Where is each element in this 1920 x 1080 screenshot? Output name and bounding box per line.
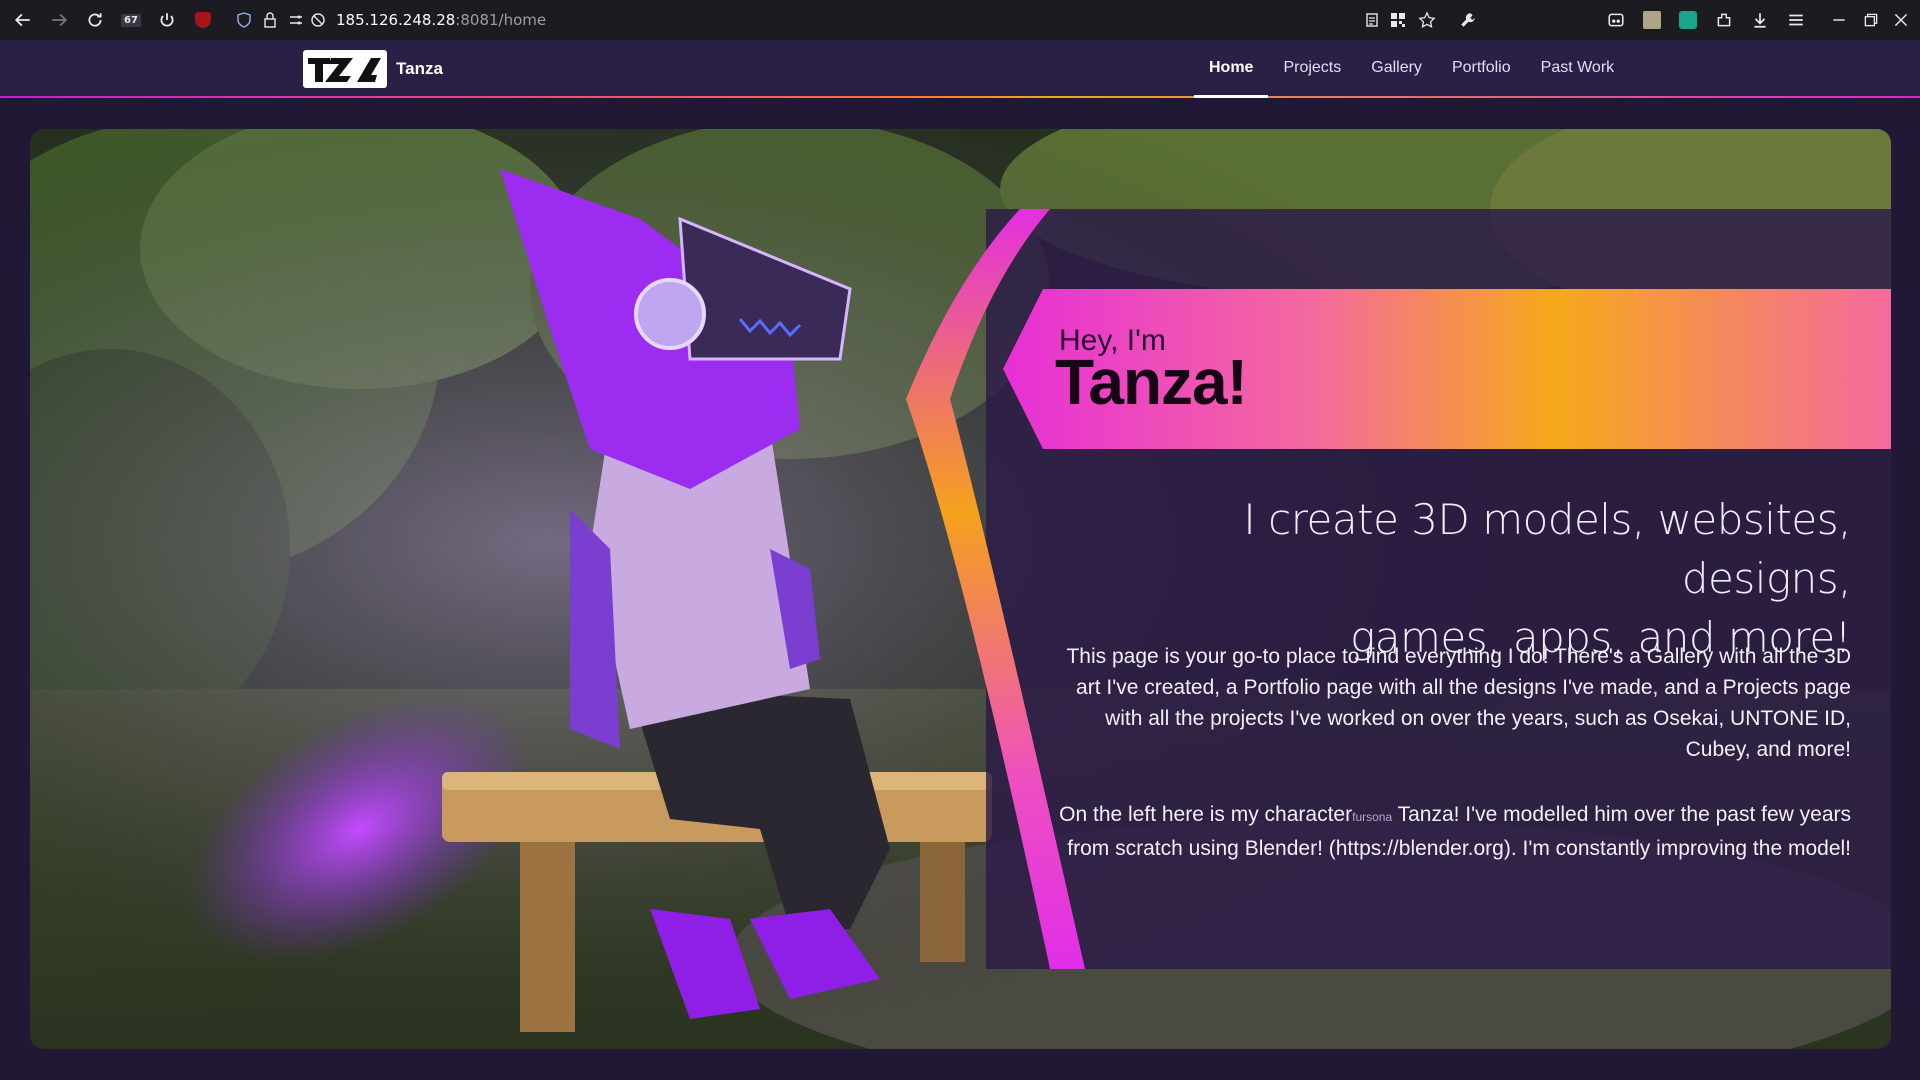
- restore-button[interactable]: [1856, 5, 1886, 35]
- bookmark-star-icon[interactable]: [1418, 11, 1436, 29]
- extension-button-1[interactable]: [1601, 5, 1631, 35]
- restore-icon: [1864, 13, 1878, 27]
- url-bar[interactable]: 185.126.248.28:8081/home: [226, 4, 1455, 36]
- site-brand-name[interactable]: Tanza: [396, 59, 443, 79]
- reload-icon: [88, 13, 102, 27]
- extension-button-2[interactable]: [1637, 5, 1667, 35]
- browser-toolbar: 67 185.126.248.28:8081/home: [0, 0, 1920, 40]
- power-button[interactable]: [152, 5, 182, 35]
- site-logo[interactable]: [303, 50, 387, 88]
- nav-past-work[interactable]: Past Work: [1526, 56, 1630, 98]
- fursona-tag: fursona: [1352, 810, 1393, 824]
- puzzle-icon: [1717, 13, 1731, 27]
- reload-button[interactable]: [80, 5, 110, 35]
- minimize-button[interactable]: [1824, 5, 1854, 35]
- download-icon: [1754, 13, 1766, 28]
- site-navigation: Home Projects Gallery Portfolio Past Wor…: [1194, 56, 1629, 98]
- character-text-start: On the left here is my character: [1059, 803, 1353, 826]
- minimize-icon: [1833, 19, 1845, 21]
- lock-icon: [264, 12, 276, 28]
- downloads-button[interactable]: [1745, 5, 1775, 35]
- forward-arrow-icon: [52, 13, 68, 27]
- url-host: 185.126.248.28: [336, 11, 456, 29]
- nav-home[interactable]: Home: [1194, 56, 1269, 98]
- menu-button[interactable]: [1781, 5, 1811, 35]
- extension-s-icon: [1679, 11, 1697, 29]
- extensions-button[interactable]: [1709, 5, 1739, 35]
- extension-tile-icon: [1643, 11, 1661, 29]
- intro-paragraph: This page is your go-to place to find ev…: [1066, 645, 1851, 761]
- forward-button[interactable]: [44, 5, 74, 35]
- url-path: :8081/home: [455, 11, 547, 29]
- close-icon: [1894, 13, 1908, 27]
- back-arrow-icon: [14, 13, 30, 27]
- qr-code-icon[interactable]: [1390, 12, 1406, 28]
- devtools-button[interactable]: [1453, 5, 1483, 35]
- wrench-icon: [1461, 13, 1475, 27]
- ublock-button[interactable]: [188, 5, 218, 35]
- ublock-shield-icon: [195, 12, 211, 28]
- close-window-button[interactable]: [1886, 5, 1916, 35]
- character-paragraph: On the left here is my characterfursona …: [1051, 799, 1851, 864]
- extension-button-3[interactable]: [1673, 5, 1703, 35]
- extension-badge: 67: [121, 13, 141, 27]
- power-icon: [160, 13, 174, 27]
- container-tab-icon: [1608, 13, 1624, 27]
- header-gradient-line: [0, 96, 1920, 98]
- reader-view-icon[interactable]: [1364, 12, 1380, 28]
- nav-projects[interactable]: Projects: [1268, 56, 1356, 98]
- tracking-blocked-icon: [311, 13, 325, 27]
- back-button[interactable]: [8, 5, 38, 35]
- tagline-line-1: I create 3D models, websites, designs,: [1243, 495, 1851, 603]
- nav-gallery[interactable]: Gallery: [1356, 56, 1437, 98]
- hero-name: Tanza!: [1055, 346, 1248, 418]
- hamburger-menu-icon: [1789, 14, 1803, 26]
- tza-logo-icon: [308, 58, 381, 82]
- permissions-icon: [290, 15, 302, 25]
- extension-counter-button[interactable]: 67: [116, 5, 146, 35]
- nav-portfolio[interactable]: Portfolio: [1437, 56, 1526, 98]
- tracking-shield-icon: [237, 12, 251, 28]
- site-header: [0, 40, 1920, 98]
